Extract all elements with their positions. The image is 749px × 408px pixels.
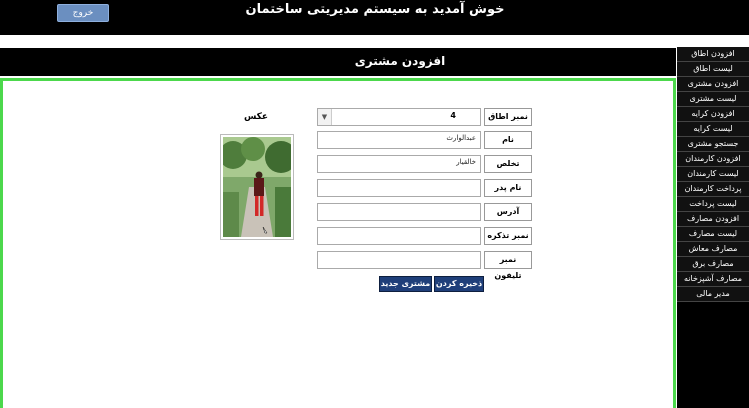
sidebar-item-customer-list[interactable]: لیست مشتری xyxy=(677,92,749,107)
new-customer-button[interactable]: مشتری جدید xyxy=(379,276,432,292)
sidebar-item-add-customer[interactable]: افزودن مشتری xyxy=(677,77,749,92)
sidebar-item-rent-list[interactable]: لیست کرایه xyxy=(677,122,749,137)
sidebar-item-search-customer[interactable]: جستجو مشتری xyxy=(677,137,749,152)
name-input[interactable]: عبدالوارث xyxy=(317,131,481,149)
id-number-input[interactable] xyxy=(317,227,481,245)
top-bar: خروج خوش آمدید به سیستم مدیریتی ساختمان xyxy=(0,0,749,35)
address-label: آدرس xyxy=(484,203,532,221)
surname-label: تخلص xyxy=(484,155,532,173)
sidebar: افزودن اطاق لیست اطاق افزودن مشتری لیست … xyxy=(677,47,749,408)
room-number-value: 4 xyxy=(450,111,456,120)
room-number-label: نمبر اطاق xyxy=(484,108,532,126)
surname-input[interactable]: خالقیار xyxy=(317,155,481,173)
save-button[interactable]: ذخیره کردن xyxy=(434,276,484,292)
id-number-label: نمبر تذکره xyxy=(484,227,532,245)
father-name-label: نام پدر xyxy=(484,179,532,197)
name-label: نام xyxy=(484,131,532,149)
room-number-select[interactable]: 4 ▼ xyxy=(317,108,481,126)
sidebar-item-add-rent[interactable]: افزودن کرایه xyxy=(677,107,749,122)
sidebar-item-room-list[interactable]: لیست اطاق xyxy=(677,62,749,77)
sidebar-item-expense-list[interactable]: لیست مصارف xyxy=(677,227,749,242)
welcome-title: خوش آمدید به سیستم مدیریتی ساختمان xyxy=(245,2,505,17)
logout-button[interactable]: خروج xyxy=(57,4,109,22)
sidebar-item-employee-list[interactable]: لیست کارمندان xyxy=(677,167,749,182)
sidebar-item-finance-manager[interactable]: مدیر مالی xyxy=(677,287,749,302)
chevron-down-icon[interactable]: ▼ xyxy=(318,109,332,125)
sidebar-item-kitchen-expenses[interactable]: مصارف آشپزخانه xyxy=(677,272,749,287)
customer-photo-image xyxy=(219,137,297,237)
phone-input[interactable] xyxy=(317,251,481,269)
sidebar-item-add-expenses[interactable]: افزودن مصارف xyxy=(677,212,749,227)
sidebar-item-pay-employees[interactable]: پرداخت کارمندان xyxy=(677,182,749,197)
sidebar-item-payment-list[interactable]: لیست پرداخت xyxy=(677,197,749,212)
photo-label: عکس xyxy=(243,112,269,122)
address-input[interactable] xyxy=(317,203,481,221)
sidebar-item-add-room[interactable]: افزودن اطاق xyxy=(677,47,749,62)
page-header: افزودن مشتری xyxy=(0,48,676,76)
father-name-input[interactable] xyxy=(317,179,481,197)
customer-photo[interactable] xyxy=(219,134,297,240)
sidebar-item-electricity-expenses[interactable]: مصارف برق xyxy=(677,257,749,272)
page-title: افزودن مشتری xyxy=(354,54,446,68)
sidebar-item-add-employees[interactable]: افزودن کارمندان xyxy=(677,152,749,167)
sidebar-item-salary-expenses[interactable]: مصارف معاش xyxy=(677,242,749,257)
phone-label: نمبر تلیفون xyxy=(484,251,532,280)
